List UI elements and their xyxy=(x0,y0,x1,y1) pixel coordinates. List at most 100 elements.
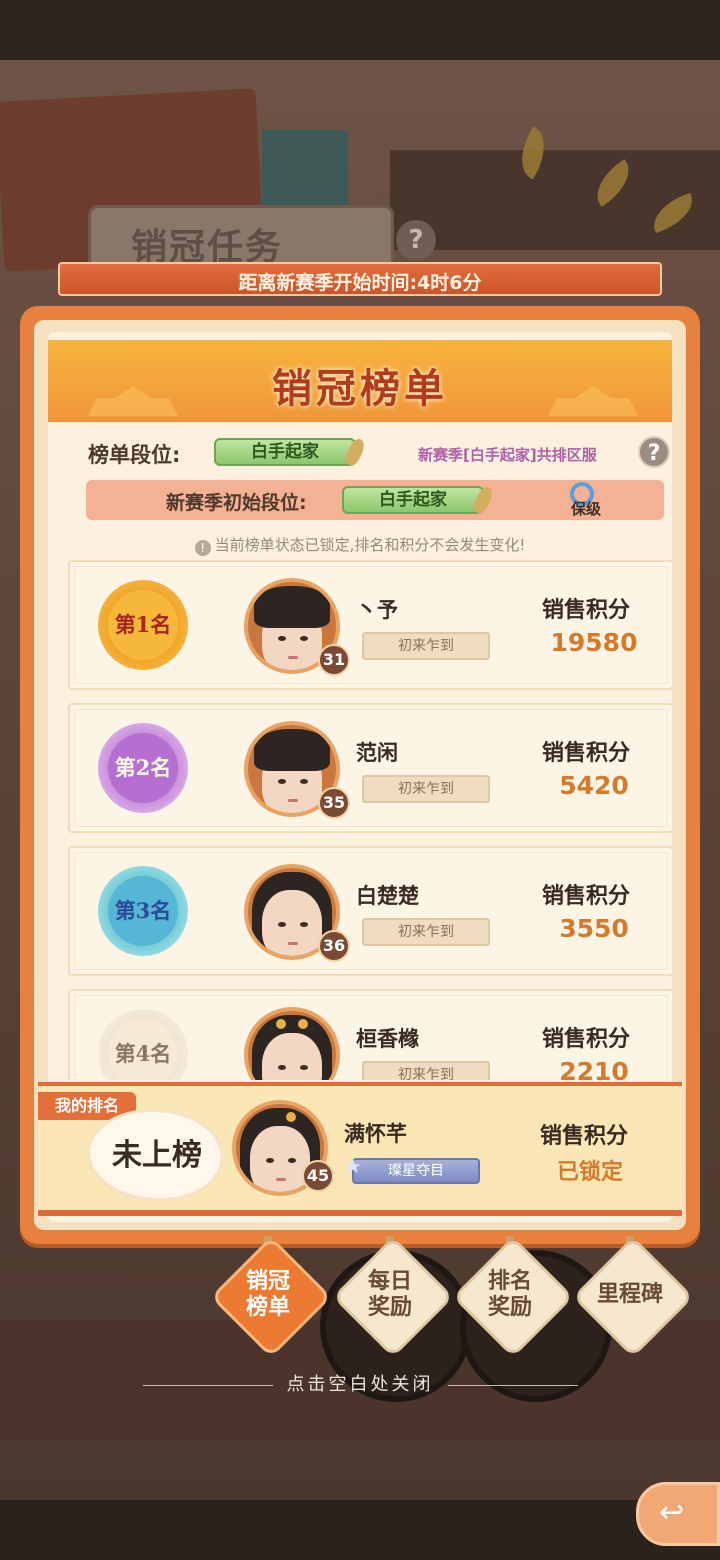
score-label: 销售积分 xyxy=(542,741,631,766)
score-label: 销售积分 xyxy=(542,1027,631,1052)
top-bar xyxy=(0,0,720,60)
player-title: 初来乍到 xyxy=(362,775,490,803)
tier-label: 榜单段位: xyxy=(88,443,181,467)
star-icon: ★ xyxy=(344,1154,362,1178)
avatar-eye xyxy=(278,922,286,927)
tier-note: 新赛季[白手起家]共排区服 xyxy=(418,446,597,464)
level-badge: 35 xyxy=(318,787,350,819)
avatar-eye xyxy=(278,1065,286,1070)
initial-tier-label: 新赛季初始段位: xyxy=(166,492,307,514)
lock-notice-text: 当前榜单状态已锁定,排名和积分不会发生变化! xyxy=(214,536,526,554)
my-player-name: 满怀芊 xyxy=(344,1122,407,1146)
score-value: 5420 xyxy=(559,771,629,800)
wheat-icon xyxy=(470,484,496,516)
rank-row[interactable]: 第4名 桓香橼 初来乍到 销售积分 2210 xyxy=(68,989,672,1080)
avatar-eye xyxy=(300,922,308,927)
divider xyxy=(447,1384,578,1386)
my-level-badge: 45 xyxy=(302,1160,334,1192)
player-name: 范闲 xyxy=(356,741,398,765)
player-name: 桓香橼 xyxy=(356,1027,419,1051)
title-band: 销冠榜单 xyxy=(48,340,672,422)
avatar-hair xyxy=(254,586,330,628)
divider xyxy=(142,1384,273,1386)
avatar-mouth xyxy=(288,656,298,659)
question-icon: ? xyxy=(647,441,661,466)
my-rank-strip: 我的排名 未上榜 45 满怀芊 璨星夺目 ★ 销售积分 已锁定 xyxy=(38,1082,682,1216)
rank-label: 第3名 xyxy=(108,876,178,946)
avatar-mouth xyxy=(288,942,298,945)
avatar-face xyxy=(250,1126,310,1192)
close-hint-text: 点击空白处关闭 xyxy=(286,1374,434,1395)
hair-flower xyxy=(298,1019,308,1029)
season-countdown-banner: 距离新赛季开始时间:4时6分 xyxy=(58,262,662,296)
player-name: 丶予 xyxy=(356,598,398,622)
tab-label: 每日奖励 xyxy=(367,1268,412,1320)
lock-notice: ! 当前榜单状态已锁定,排名和积分不会发生变化! xyxy=(48,534,672,556)
my-score-label: 销售积分 xyxy=(540,1124,629,1149)
panel-title: 销冠榜单 xyxy=(272,365,448,412)
avatar-eye xyxy=(288,1158,296,1163)
countdown-text: 距离新赛季开始时间:4时6分 xyxy=(238,272,482,294)
rank-list[interactable]: 第1名 31 丶予 初来乍到 销售积分 19580 第2名 35 范闲 初来乍到… xyxy=(68,560,672,1080)
score-label: 销售积分 xyxy=(542,884,631,909)
my-rank-status: 未上榜 xyxy=(112,1138,202,1173)
tab-milestones[interactable]: 里程碑 xyxy=(572,1236,694,1358)
player-title: 初来乍到 xyxy=(362,632,490,660)
avatar-mouth xyxy=(276,1178,286,1181)
tab-label: 销冠榜单 xyxy=(245,1268,290,1320)
info-icon: ! xyxy=(194,540,211,556)
avatar-eye xyxy=(266,1158,274,1163)
close-hint[interactable]: 点击空白处关闭 xyxy=(0,1370,720,1396)
back-arrow-icon: ↩ xyxy=(659,1495,685,1530)
tab-daily-rewards[interactable]: 每日奖励 xyxy=(332,1236,454,1358)
score-label: 销售积分 xyxy=(542,598,631,623)
score-value: 2210 xyxy=(559,1057,629,1080)
tier-row: 榜单段位: 白手起家 新赛季[白手起家]共排区服 ? xyxy=(48,432,672,472)
rank-label: 第2名 xyxy=(108,733,178,803)
back-button[interactable]: ↩ xyxy=(636,1482,720,1546)
bottom-bar xyxy=(0,1500,720,1560)
score-value: 3550 xyxy=(559,914,629,943)
avatar-eye xyxy=(278,636,286,641)
help-button[interactable]: ? xyxy=(638,436,670,468)
score-value: 19580 xyxy=(550,628,638,657)
rank-medal-gold: 第1名 xyxy=(98,580,188,670)
rank-label: 第1名 xyxy=(108,590,178,660)
rank-medal-blue: 第3名 xyxy=(98,866,188,956)
avatar-eye xyxy=(278,779,286,784)
avatar-eye xyxy=(300,636,308,641)
avatar-face xyxy=(262,890,322,956)
rank-row[interactable]: 第1名 31 丶予 初来乍到 销售积分 19580 xyxy=(68,560,672,690)
player-title: 初来乍到 xyxy=(362,918,490,946)
rank-row[interactable]: 第3名 36 白楚楚 初来乍到 销售积分 3550 xyxy=(68,846,672,976)
player-title: 初来乍到 xyxy=(362,1061,490,1080)
level-badge: 36 xyxy=(318,930,350,962)
avatar-hair xyxy=(254,729,330,771)
question-icon: ? xyxy=(396,220,436,260)
rank-medal-purple: 第2名 xyxy=(98,723,188,813)
wheat-icon xyxy=(342,436,368,468)
initial-tier-badge: 白手起家 xyxy=(342,484,496,516)
tab-label: 里程碑 xyxy=(596,1281,663,1307)
tab-sales-leaderboard[interactable]: 销冠榜单 xyxy=(210,1236,332,1358)
level-badge: 31 xyxy=(318,644,350,676)
avatar-eye xyxy=(300,779,308,784)
initial-tier-value: 白手起家 xyxy=(379,490,447,510)
avatar-mouth xyxy=(288,799,298,802)
hair-flower xyxy=(276,1019,286,1029)
initial-tier-row: 新赛季初始段位: 白手起家 保级 xyxy=(86,480,664,520)
tier-badge: 白手起家 xyxy=(214,436,368,468)
tab-label: 排名奖励 xyxy=(487,1268,532,1320)
hair-flower xyxy=(286,1112,296,1122)
my-player-title: 璨星夺目 xyxy=(352,1158,480,1184)
tier-value: 白手起家 xyxy=(251,442,319,462)
my-score-value: 已锁定 xyxy=(556,1160,623,1185)
rank-label: 第4名 xyxy=(108,1019,178,1080)
protect-badge: 保级 xyxy=(564,482,604,518)
player-name: 白楚楚 xyxy=(356,884,419,908)
protect-label: 保级 xyxy=(570,500,601,518)
background-shelf xyxy=(390,150,720,250)
tab-rank-rewards[interactable]: 排名奖励 xyxy=(452,1236,574,1358)
rank-row[interactable]: 第2名 35 范闲 初来乍到 销售积分 5420 xyxy=(68,703,672,833)
avatar-eye xyxy=(300,1065,308,1070)
